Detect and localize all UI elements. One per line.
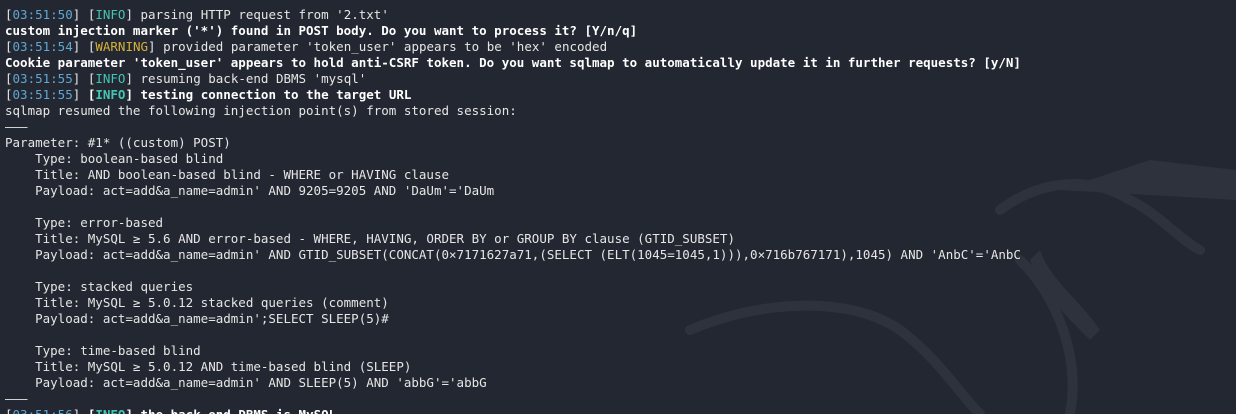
terminal-output[interactable]: [03:51:50] [ INFO] parsing HTTP request f… xyxy=(5,7,1231,414)
bracket: ] xyxy=(72,39,88,54)
bracket: ] xyxy=(148,39,164,54)
bracket: [ xyxy=(5,87,13,102)
timestamp: 03:51:55 xyxy=(12,71,73,86)
bracket: ] xyxy=(73,407,88,414)
bracket: [ xyxy=(5,71,13,86)
line-text: Type: time-based blind xyxy=(5,343,201,358)
prompt-text: Cookie parameter 'token_user' appears to… xyxy=(5,55,1021,70)
line-text: ——— xyxy=(5,119,28,134)
terminal-line: Parameter: #1* ((custom) POST) xyxy=(5,135,1231,151)
bracket: ] xyxy=(125,71,141,86)
terminal-line: Title: AND boolean-based blind - WHERE o… xyxy=(5,167,1231,183)
line-text: Parameter: #1* ((custom) POST) xyxy=(5,135,231,150)
bracket: ] xyxy=(125,7,141,22)
log-level: INFO xyxy=(95,71,126,86)
terminal-line: [03:51:50] [INFO] parsing HTTP request f… xyxy=(5,7,1231,23)
log-message: resuming back-end DBMS 'mysql' xyxy=(140,71,367,86)
timestamp: 03:51:56 xyxy=(13,407,73,414)
bracket: [ xyxy=(5,39,13,54)
timestamp: 03:51:54 xyxy=(12,39,73,54)
terminal-line: Title: MySQL ≥ 5.0.12 AND time-based bli… xyxy=(5,359,1231,375)
terminal-line: Type: boolean-based blind xyxy=(5,151,1231,167)
log-message: the back-end DBMS is MySQL xyxy=(141,407,337,414)
log-message: provided parameter 'token_user' appears … xyxy=(163,39,608,54)
line-text: Title: MySQL ≥ 5.0.12 AND time-based bli… xyxy=(5,359,412,374)
timestamp: 03:51:55 xyxy=(12,87,73,102)
terminal-line: [03:51:55] [INFO] testing connection to … xyxy=(5,87,1231,103)
timestamp: 03:51:50 xyxy=(12,7,73,22)
bracket: ] xyxy=(72,87,88,102)
log-level: INFO xyxy=(95,407,125,414)
terminal-line: Payload: act=add&a_name=admin' AND SLEEP… xyxy=(5,375,1231,391)
terminal-line: Payload: act=add&a_name=admin' AND 9205=… xyxy=(5,183,1231,199)
log-level: INFO xyxy=(95,87,126,102)
terminal-line: Cookie parameter 'token_user' appears to… xyxy=(5,55,1231,71)
terminal-line: Type: stacked queries xyxy=(5,279,1231,295)
line-text: Type: stacked queries xyxy=(5,279,194,294)
line-text: Payload: act=add&a_name=admin' AND SLEEP… xyxy=(5,375,487,390)
log-level: INFO xyxy=(95,7,126,22)
line-text: Payload: act=add&a_name=admin' AND GTID_… xyxy=(5,247,1021,262)
terminal-line: Type: error-based xyxy=(5,215,1231,231)
log-level: WARNING xyxy=(95,39,149,54)
terminal-line: custom injection marker ('*') found in P… xyxy=(5,23,1231,39)
terminal-line: [03:51:56] [INFO] the back-end DBMS is M… xyxy=(5,407,1231,414)
bracket: [ xyxy=(5,7,13,22)
terminal-line: Title: MySQL ≥ 5.0.12 stacked queries (c… xyxy=(5,295,1231,311)
bracket: ] xyxy=(125,87,141,102)
terminal-line: Type: time-based blind xyxy=(5,343,1231,359)
log-message: testing connection to the target URL xyxy=(140,87,412,102)
log-message: parsing HTTP request from '2.txt' xyxy=(140,7,389,22)
line-text: Title: AND boolean-based blind - WHERE o… xyxy=(5,167,450,182)
prompt-text: custom injection marker ('*') found in P… xyxy=(5,23,638,38)
line-text: ——— xyxy=(5,391,28,406)
bracket: [ xyxy=(5,407,13,414)
bracket: ] xyxy=(125,407,140,414)
line-text: Payload: act=add&a_name=admin';SELECT SL… xyxy=(5,311,389,326)
line-text: Type: boolean-based blind xyxy=(5,151,224,166)
line-text: Title: MySQL ≥ 5.0.12 stacked queries (c… xyxy=(5,295,389,310)
terminal-line: [03:51:55] [INFO] resuming back-end DBMS… xyxy=(5,71,1231,87)
bracket: ] xyxy=(72,7,88,22)
terminal-line: [03:51:54] [WARNING] provided parameter … xyxy=(5,39,1231,55)
terminal-line: Payload: act=add&a_name=admin' AND GTID_… xyxy=(5,247,1231,263)
line-text: Payload: act=add&a_name=admin' AND 9205=… xyxy=(5,183,495,198)
terminal-line: ——— xyxy=(5,119,1231,135)
terminal-line: sqlmap resumed the following injection p… xyxy=(5,103,1231,119)
terminal-line: Title: MySQL ≥ 5.6 AND error-based - WHE… xyxy=(5,231,1231,247)
line-text: Title: MySQL ≥ 5.6 AND error-based - WHE… xyxy=(5,231,735,246)
terminal-line: ——— xyxy=(5,391,1231,407)
terminal-line: Payload: act=add&a_name=admin';SELECT SL… xyxy=(5,311,1231,327)
line-text: Type: error-based xyxy=(5,215,164,230)
bracket: ] xyxy=(72,71,88,86)
line-text: sqlmap resumed the following injection p… xyxy=(5,103,517,118)
